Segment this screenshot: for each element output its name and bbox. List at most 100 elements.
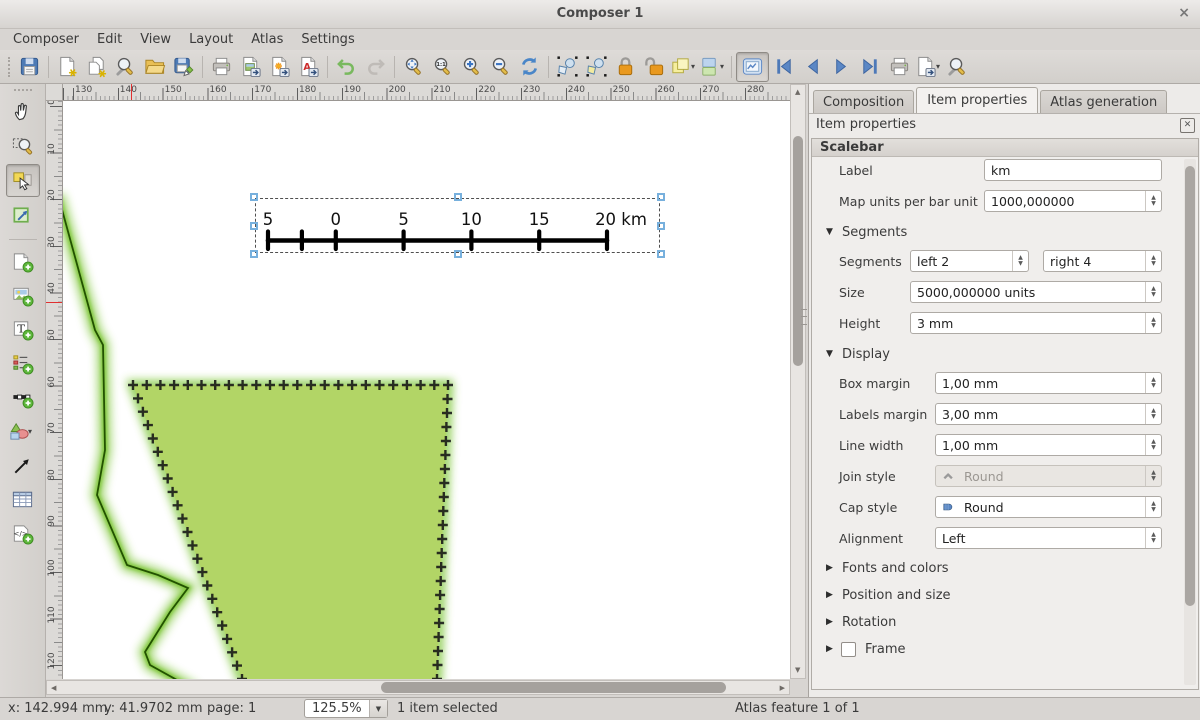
spin-arrows-icon[interactable]: ▲▼ bbox=[1145, 528, 1161, 548]
chevron-right-icon[interactable]: ▶ bbox=[826, 590, 840, 600]
menu-settings[interactable]: Settings bbox=[292, 30, 363, 49]
spin-arrows-icon[interactable]: ▲▼ bbox=[1145, 466, 1161, 486]
chevron-right-icon[interactable]: ▶ bbox=[826, 644, 840, 654]
section-segments[interactable]: ▼Segments bbox=[826, 224, 1182, 240]
refresh-view-button[interactable] bbox=[515, 53, 544, 81]
redo-button[interactable] bbox=[361, 53, 390, 81]
selection-handle[interactable] bbox=[454, 193, 462, 201]
lock-items-button[interactable] bbox=[611, 53, 640, 81]
move-item-content-button[interactable] bbox=[7, 200, 39, 231]
add-new-map-button[interactable] bbox=[7, 246, 39, 277]
frame-checkbox[interactable] bbox=[841, 642, 856, 657]
size-input[interactable]: 5000,000000 units▲▼ bbox=[910, 281, 1162, 303]
export-image-button[interactable] bbox=[236, 53, 265, 81]
scroll-up-icon[interactable]: ▲ bbox=[795, 89, 800, 96]
spin-arrows-icon[interactable]: ▲▼ bbox=[1145, 191, 1161, 211]
segments-right-input[interactable]: right 4▲▼ bbox=[1043, 250, 1162, 272]
tab-atlas-generation[interactable]: Atlas generation bbox=[1040, 90, 1167, 113]
tab-item-properties[interactable]: Item properties bbox=[916, 87, 1038, 113]
print-atlas-button[interactable] bbox=[885, 53, 914, 81]
open-button[interactable] bbox=[140, 53, 169, 81]
label-input[interactable]: km bbox=[984, 159, 1162, 181]
selection-handle[interactable] bbox=[250, 193, 258, 201]
cap-style-input[interactable]: Round▲▼ bbox=[935, 496, 1162, 518]
chevron-down-icon[interactable]: ▼ bbox=[826, 227, 840, 237]
chevron-right-icon[interactable]: ▶ bbox=[826, 563, 840, 573]
window-close-icon[interactable]: × bbox=[1178, 0, 1190, 27]
alignment-input[interactable]: Left▲▼ bbox=[935, 527, 1162, 549]
selection-handle[interactable] bbox=[657, 222, 665, 230]
selection-handle[interactable] bbox=[657, 193, 665, 201]
section-position-and-size[interactable]: ▶Position and size bbox=[826, 588, 1182, 602]
panel-scrollbar[interactable] bbox=[1184, 159, 1196, 685]
atlas-first-button[interactable] bbox=[769, 53, 798, 81]
save-as-template-button[interactable] bbox=[169, 53, 198, 81]
scalebar-item[interactable]: 505101520 km bbox=[255, 198, 660, 253]
menu-edit[interactable]: Edit bbox=[88, 30, 131, 49]
selection-handle[interactable] bbox=[250, 250, 258, 258]
titlebar[interactable]: Composer 1 × bbox=[0, 0, 1200, 29]
select-items-button[interactable] bbox=[553, 53, 582, 81]
labels-margin-input[interactable]: 3,00 mm▲▼ bbox=[935, 403, 1162, 425]
menu-atlas[interactable]: Atlas bbox=[242, 30, 292, 49]
dropdown-caret-icon[interactable]: ▾ bbox=[936, 62, 943, 71]
menu-composer[interactable]: Composer bbox=[4, 30, 88, 49]
spin-arrows-icon[interactable]: ▲▼ bbox=[1145, 282, 1161, 302]
group-items-button[interactable]: ▾ bbox=[669, 53, 698, 81]
vertical-scrollbar-thumb[interactable] bbox=[793, 136, 803, 366]
atlas-prev-button[interactable] bbox=[798, 53, 827, 81]
map-units-per-bar-unit-input[interactable]: 1000,000000▲▼ bbox=[984, 190, 1162, 212]
selection-handle[interactable] bbox=[454, 250, 462, 258]
section-frame[interactable]: ▶Frame bbox=[826, 642, 1182, 656]
line-width-input[interactable]: 1,00 mm▲▼ bbox=[935, 434, 1162, 456]
export-pdf-button[interactable]: A bbox=[294, 53, 323, 81]
spin-arrows-icon[interactable]: ▲▼ bbox=[1145, 404, 1161, 424]
section-fonts-and-colors[interactable]: ▶Fonts and colors bbox=[826, 561, 1182, 575]
panel-scrollbar-thumb[interactable] bbox=[1185, 166, 1195, 606]
new-composition-button[interactable] bbox=[53, 53, 82, 81]
composition-page[interactable]: 505101520 km bbox=[63, 101, 790, 679]
add-html-frame-button[interactable]: </> bbox=[7, 518, 39, 549]
zoom-combo-dropdown-icon[interactable]: ▼ bbox=[369, 700, 387, 717]
spin-arrows-icon[interactable]: ▲▼ bbox=[1145, 373, 1161, 393]
select-move-item-button[interactable] bbox=[6, 164, 40, 197]
add-arrow-button[interactable] bbox=[7, 450, 39, 481]
spin-arrows-icon[interactable]: ▲▼ bbox=[1145, 435, 1161, 455]
atlas-last-button[interactable] bbox=[856, 53, 885, 81]
zoom-actual-button[interactable]: 1:1 bbox=[428, 53, 457, 81]
segments-left-input[interactable]: left 2▲▼ bbox=[910, 250, 1029, 272]
pan-button[interactable] bbox=[7, 96, 39, 127]
add-basic-shape-button[interactable]: ▾ bbox=[7, 416, 39, 447]
zoom-out-button[interactable] bbox=[486, 53, 515, 81]
add-attribute-table-button[interactable] bbox=[7, 484, 39, 515]
section-rotation[interactable]: ▶Rotation bbox=[826, 615, 1182, 629]
box-margin-input[interactable]: 1,00 mm▲▼ bbox=[935, 372, 1162, 394]
raise-items-button[interactable]: ▾ bbox=[698, 53, 727, 81]
scroll-left-icon[interactable]: ◀ bbox=[51, 685, 56, 692]
chevron-right-icon[interactable]: ▶ bbox=[826, 617, 840, 627]
add-new-scalebar-button[interactable] bbox=[7, 382, 39, 413]
add-new-label-button[interactable]: T bbox=[7, 314, 39, 345]
add-image-button[interactable] bbox=[7, 280, 39, 311]
duplicate-composition-button[interactable] bbox=[82, 53, 111, 81]
zoom-in-button[interactable] bbox=[457, 53, 486, 81]
dropdown-caret-icon[interactable]: ▾ bbox=[691, 62, 698, 71]
menu-layout[interactable]: Layout bbox=[180, 30, 242, 49]
dropdown-caret-icon[interactable]: ▾ bbox=[720, 62, 727, 71]
spin-arrows-icon[interactable]: ▲▼ bbox=[1145, 251, 1161, 271]
spin-arrows-icon[interactable]: ▲▼ bbox=[1145, 313, 1161, 333]
export-svg-button[interactable] bbox=[265, 53, 294, 81]
scroll-right-icon[interactable]: ▶ bbox=[780, 685, 785, 692]
deselect-items-button[interactable] bbox=[582, 53, 611, 81]
zoom-full-button[interactable] bbox=[399, 53, 428, 81]
scroll-down-icon[interactable]: ▼ bbox=[795, 667, 800, 674]
add-new-legend-button[interactable] bbox=[7, 348, 39, 379]
height-input[interactable]: 3 mm▲▼ bbox=[910, 312, 1162, 334]
vertical-scrollbar[interactable]: ▲ ▼ bbox=[790, 84, 806, 679]
menu-view[interactable]: View bbox=[131, 30, 180, 49]
save-button[interactable] bbox=[15, 53, 44, 81]
composer-manager-button[interactable] bbox=[111, 53, 140, 81]
zoom-region-button[interactable] bbox=[7, 130, 39, 161]
tab-composition[interactable]: Composition bbox=[813, 90, 914, 113]
dropdown-caret-icon[interactable]: ▾ bbox=[28, 427, 35, 436]
